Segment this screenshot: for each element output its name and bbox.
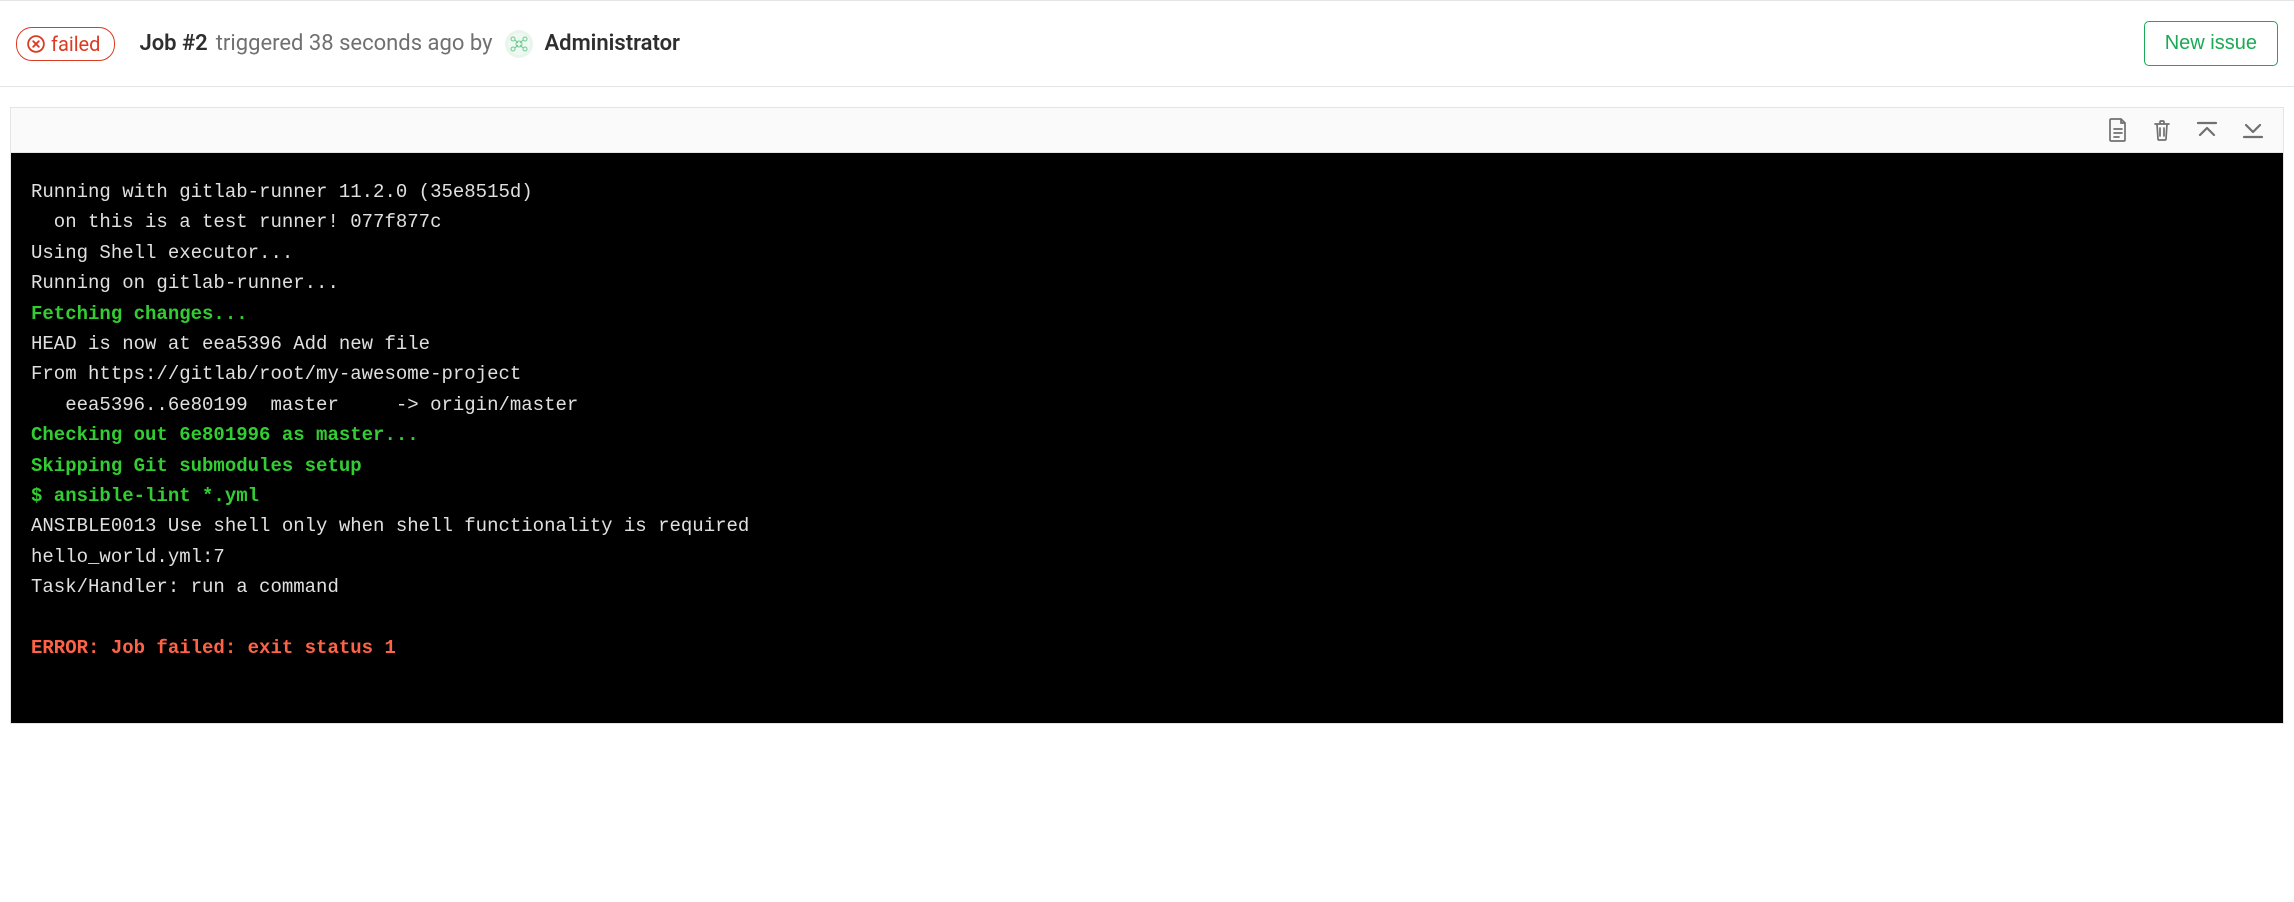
job-number: Job #2 xyxy=(139,31,207,56)
avatar-icon xyxy=(507,32,531,56)
log-container: Running with gitlab-runner 11.2.0 (35e85… xyxy=(10,107,2284,724)
chevron-top-icon xyxy=(2195,119,2219,141)
log-line: eea5396..6e80199 master -> origin/master xyxy=(31,390,2263,420)
log-line: Running on gitlab-runner... xyxy=(31,268,2263,298)
new-issue-button[interactable]: New issue xyxy=(2144,21,2278,66)
log-line: From https://gitlab/root/my-awesome-proj… xyxy=(31,359,2263,389)
erase-log-button[interactable] xyxy=(2151,118,2173,142)
failed-icon xyxy=(27,35,45,53)
log-line: Checking out 6e801996 as master... xyxy=(31,420,2263,450)
log-line: Running with gitlab-runner 11.2.0 (35e85… xyxy=(31,177,2263,207)
scroll-bottom-button[interactable] xyxy=(2241,119,2265,141)
trash-icon xyxy=(2151,118,2173,142)
job-triggered-text: triggered 38 seconds ago by xyxy=(216,31,493,56)
log-line xyxy=(31,602,2263,632)
job-header-left: failed Job #2 triggered 38 seconds ago b… xyxy=(16,27,680,61)
log-line: Task/Handler: run a command xyxy=(31,572,2263,602)
log-toolbar xyxy=(11,108,2283,153)
document-icon xyxy=(2107,118,2129,142)
job-log[interactable]: Running with gitlab-runner 11.2.0 (35e85… xyxy=(11,153,2283,723)
job-user[interactable]: Administrator xyxy=(545,31,680,56)
log-line: hello_world.yml:7 xyxy=(31,542,2263,572)
log-line: ANSIBLE0013 Use shell only when shell fu… xyxy=(31,511,2263,541)
log-line: ERROR: Job failed: exit status 1 xyxy=(31,633,2263,663)
status-badge-failed[interactable]: failed xyxy=(16,27,115,61)
log-line: $ ansible-lint *.yml xyxy=(31,481,2263,511)
status-badge-text: failed xyxy=(51,32,100,56)
log-line: Skipping Git submodules setup xyxy=(31,451,2263,481)
log-line: on this is a test runner! 077f877c xyxy=(31,207,2263,237)
avatar[interactable] xyxy=(505,30,533,58)
scroll-top-button[interactable] xyxy=(2195,119,2219,141)
log-line: Fetching changes... xyxy=(31,299,2263,329)
show-raw-button[interactable] xyxy=(2107,118,2129,142)
log-line: HEAD is now at eea5396 Add new file xyxy=(31,329,2263,359)
job-header: failed Job #2 triggered 38 seconds ago b… xyxy=(0,0,2294,87)
log-line: Using Shell executor... xyxy=(31,238,2263,268)
job-info: Job #2 triggered 38 seconds ago by Admin… xyxy=(139,30,680,58)
chevron-bottom-icon xyxy=(2241,119,2265,141)
